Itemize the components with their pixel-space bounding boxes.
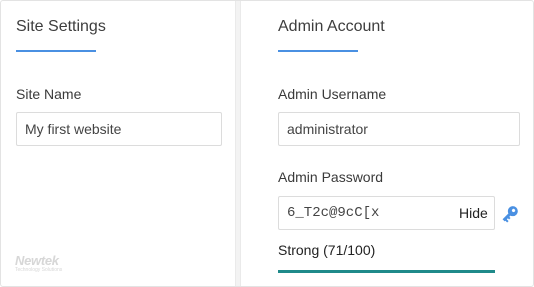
site-settings-title: Site Settings (16, 18, 106, 35)
hide-password-button[interactable]: Hide (459, 205, 488, 221)
panel-divider (235, 1, 241, 286)
password-strength-label: Strong (71/100) (278, 242, 376, 258)
admin-password-label: Admin Password (278, 169, 384, 185)
admin-username-label: Admin Username (278, 86, 387, 102)
settings-window: Site Settings Site Name Newtek Technolog… (0, 0, 534, 287)
admin-username-input[interactable] (278, 112, 520, 146)
admin-account-panel: Admin Account Admin Username Admin Passw… (263, 1, 533, 286)
site-settings-panel: Site Settings Site Name Newtek Technolog… (1, 1, 239, 286)
logo-subtext: Technology Solutions (15, 267, 63, 273)
site-name-input[interactable] (16, 112, 222, 146)
admin-account-underline (278, 50, 358, 52)
site-name-label: Site Name (16, 86, 82, 102)
password-strength-bar (278, 270, 495, 273)
newtek-logo: Newtek Technology Solutions (15, 253, 62, 273)
logo-text: Newtek (15, 253, 59, 268)
admin-account-title: Admin Account (278, 18, 385, 35)
site-settings-underline (16, 50, 96, 52)
key-icon[interactable] (499, 203, 521, 225)
